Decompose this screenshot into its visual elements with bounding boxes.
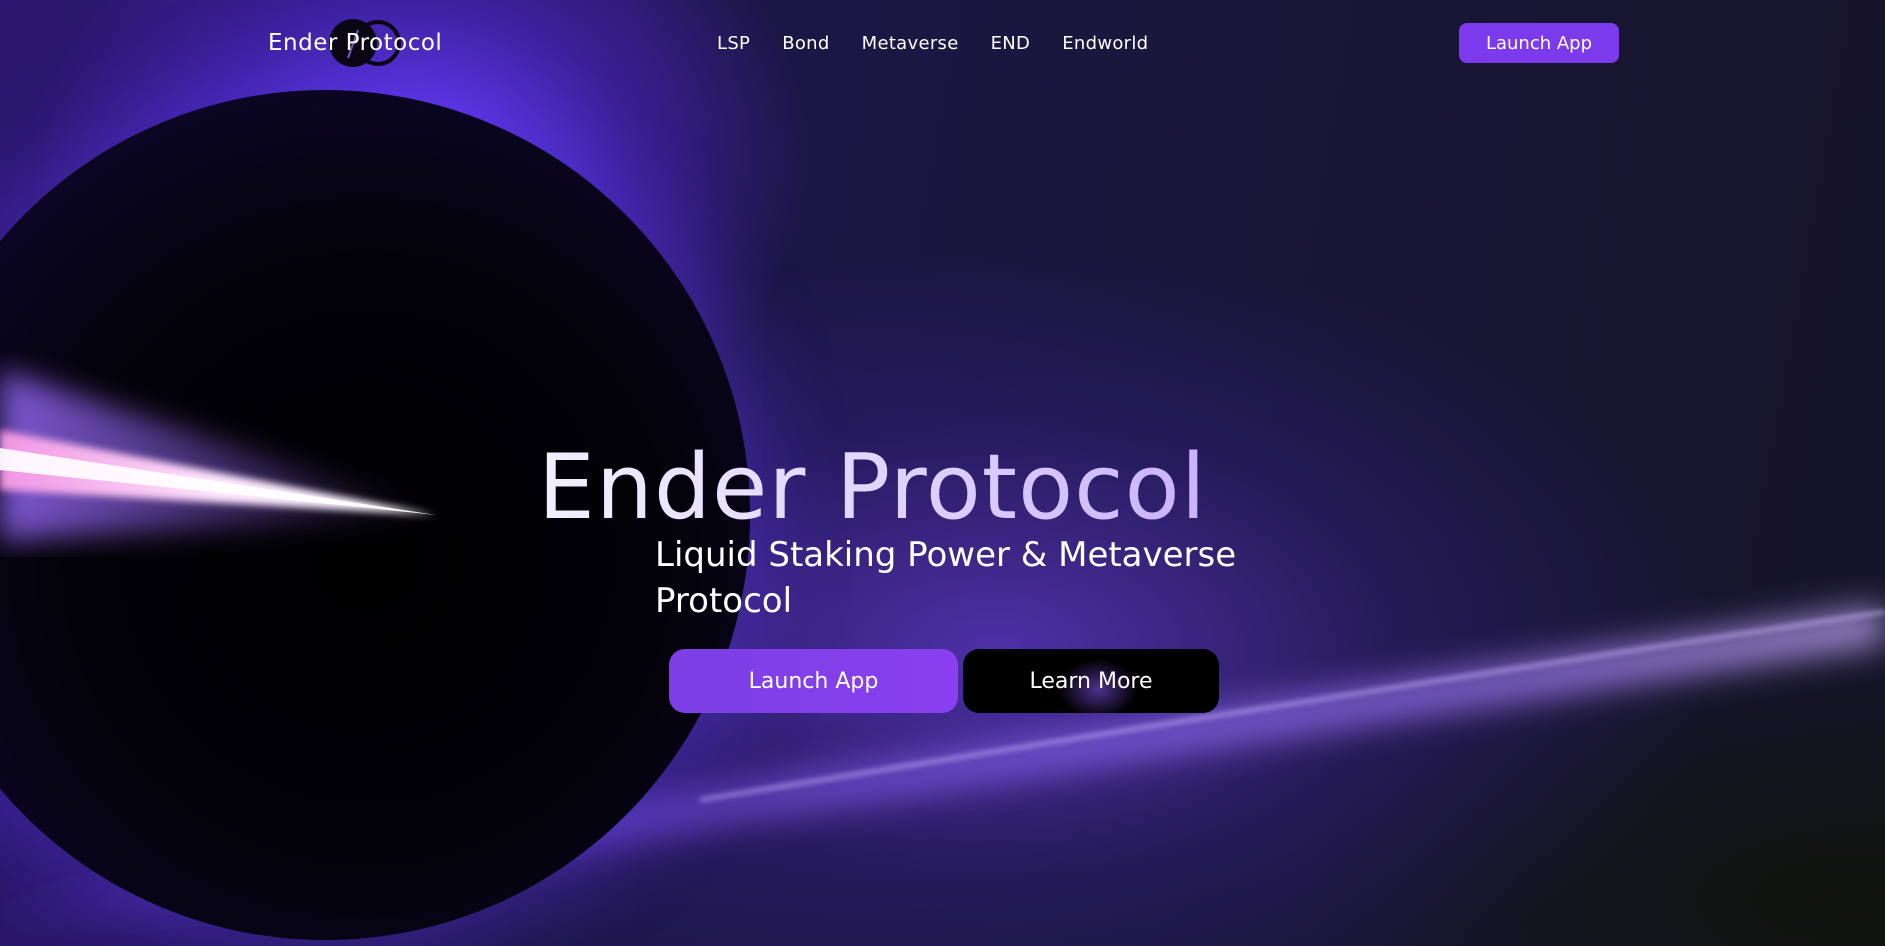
hero-title: Ender Protocol [538, 435, 1207, 540]
top-navbar: Ender Protocol LSP Bond Metaverse END En… [0, 18, 1885, 68]
landing-page: Ender Protocol LSP Bond Metaverse END En… [0, 0, 1885, 946]
nav-launch-app-button[interactable]: Launch App [1459, 23, 1619, 63]
brand-logo[interactable]: Ender Protocol [268, 18, 442, 68]
hero-learn-more-button[interactable]: Learn More [963, 649, 1219, 713]
nav-link-end[interactable]: END [991, 33, 1031, 54]
learn-more-label: Learn More [1029, 668, 1153, 694]
hero-subtitle: Liquid Staking Power & Metaverse Protoco… [655, 535, 1237, 621]
nav-link-bond[interactable]: Bond [782, 33, 829, 54]
nav-link-lsp[interactable]: LSP [717, 33, 750, 54]
hero-buttons: Launch App Learn More [669, 649, 1219, 713]
hero-launch-app-button[interactable]: Launch App [669, 649, 958, 713]
nav-links: LSP Bond Metaverse END Endworld [717, 18, 1148, 68]
nav-link-metaverse[interactable]: Metaverse [862, 33, 959, 54]
nav-link-endworld[interactable]: Endworld [1062, 33, 1148, 54]
brand-name: Ender Protocol [268, 30, 443, 56]
